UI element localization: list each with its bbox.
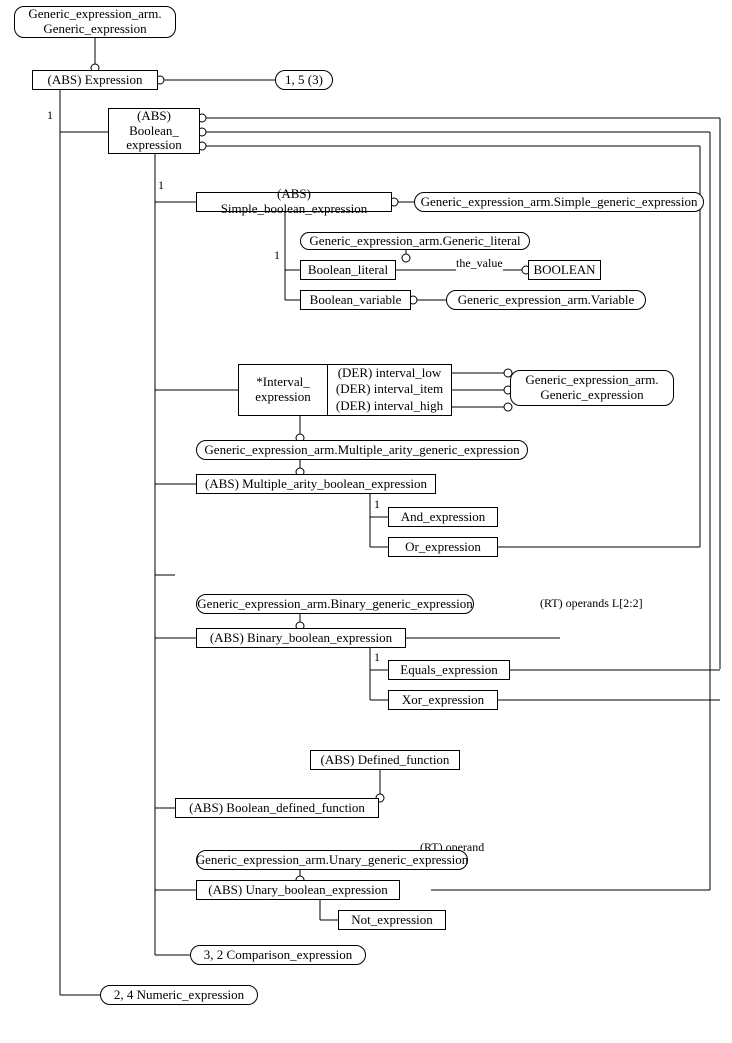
subtype-count-1d: 1	[374, 497, 380, 512]
binary-header: (ABS) Binary_boolean_expression	[196, 628, 406, 648]
multi-super: Generic_expression_arm.Multiple_arity_ge…	[196, 440, 528, 460]
and-expression: And_expression	[388, 507, 498, 527]
xor-expression: Xor_expression	[388, 690, 498, 710]
not-expression: Not_expression	[338, 910, 446, 930]
unary-header: (ABS) Unary_boolean_expression	[196, 880, 400, 900]
boolean-defined-function: (ABS) Boolean_defined_function	[175, 798, 379, 818]
defined-function-sup: (ABS) Defined_function	[310, 750, 460, 770]
boolean-literal: Boolean_literal	[300, 260, 396, 280]
interval-ref-generic-expression: Generic_expression_arm. Generic_expressi…	[510, 370, 674, 406]
expression-entity: (ABS) Expression	[32, 70, 158, 90]
interval-attr-item: (DER) interval_item	[328, 381, 452, 399]
simple-boolean-expression: (ABS) Simple_boolean_expression	[196, 192, 392, 212]
subtype-count-1e: 1	[374, 650, 380, 665]
generic-literal-super: Generic_expression_arm.Generic_literal	[300, 232, 530, 250]
boolean-type: BOOLEAN	[528, 260, 601, 280]
binary-operands-label: (RT) operands L[2:2]	[540, 596, 643, 611]
subtype-count-1a: 1	[47, 108, 53, 123]
subtype-count-1c: 1	[274, 248, 280, 263]
comparison-expression-ref: 3, 2 Comparison_expression	[190, 945, 366, 965]
simple-generic-super: Generic_expression_arm.Simple_generic_ex…	[414, 192, 704, 212]
boolean-expression-entity: (ABS) Boolean_ expression	[108, 108, 200, 154]
multi-header: (ABS) Multiple_arity_boolean_expression	[196, 474, 436, 494]
numeric-expression-ref: 2, 4 Numeric_expression	[100, 985, 258, 1005]
root-generic-expression: Generic_expression_arm. Generic_expressi…	[14, 6, 176, 38]
or-expression: Or_expression	[388, 537, 498, 557]
literal-the-value-attr: the_value	[456, 256, 503, 271]
binary-super: Generic_expression_arm.Binary_generic_ex…	[196, 594, 474, 614]
expression-page-ref: 1, 5 (3)	[275, 70, 333, 90]
equals-expression: Equals_expression	[388, 660, 510, 680]
boolean-variable: Boolean_variable	[300, 290, 411, 310]
variable-super: Generic_expression_arm.Variable	[446, 290, 646, 310]
interval-attr-low: (DER) interval_low	[328, 364, 452, 382]
unary-super: Generic_expression_arm.Unary_generic_exp…	[196, 850, 468, 870]
interval-attr-high: (DER) interval_high	[328, 398, 452, 416]
subtype-count-1b: 1	[158, 178, 164, 193]
interval-expression: *Interval_ expression	[238, 364, 328, 416]
